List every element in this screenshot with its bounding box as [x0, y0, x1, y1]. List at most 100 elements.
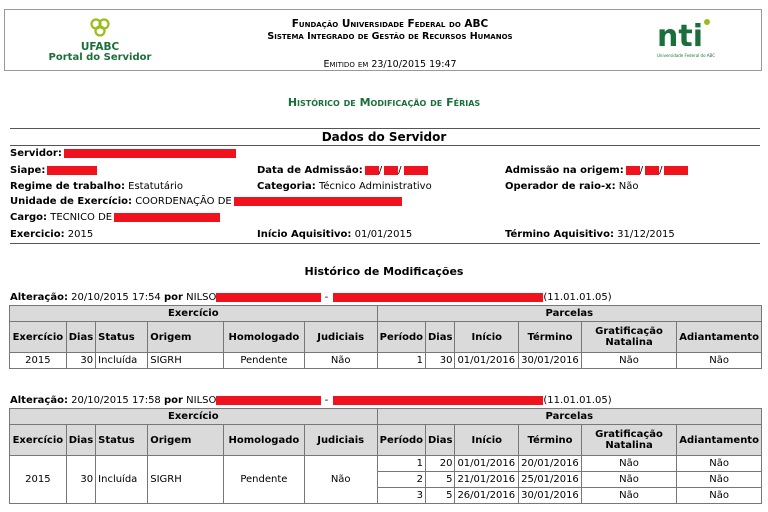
- redacted-value: [216, 395, 322, 405]
- cell-dias: 30: [65, 455, 97, 504]
- col-origem: Origem: [147, 424, 224, 456]
- cell-adiantamento: Não: [676, 455, 762, 472]
- cell-homologado: Pendente: [222, 352, 305, 369]
- cell-inicio: 26/01/2016: [454, 487, 520, 504]
- table-row: 2015 30 Incluída SIGRH Pendente Não 1 30…: [9, 352, 762, 369]
- cell-gratificacao: Não: [580, 471, 678, 488]
- col-homologado: Homologado: [222, 321, 305, 353]
- group-parcelas: Parcelas: [376, 305, 763, 322]
- col-periodo: Período: [376, 321, 427, 353]
- redacted-value: [645, 165, 660, 175]
- cell-judiciais: Não: [303, 455, 378, 504]
- redacted-value: [384, 165, 399, 175]
- ufabc-symbol-icon: [90, 18, 110, 37]
- cell-adiantamento: Não: [676, 352, 762, 369]
- regime-field: Regime de trabalho: Estatutário: [10, 181, 184, 192]
- divider: [10, 145, 760, 146]
- cell-dias: 5: [424, 487, 456, 504]
- col-origem: Origem: [147, 321, 224, 353]
- cell-gratificacao: Não: [580, 455, 678, 472]
- page-title: Histórico de Modificação de Férias: [287, 96, 481, 109]
- col-inicio: Início: [454, 424, 520, 456]
- cell-gratificacao: Não: [580, 352, 678, 369]
- cargo-field: Cargo: TECNICO DE: [10, 212, 221, 223]
- redacted-value: [63, 148, 236, 158]
- alteracao-header: Alteração: 20/10/2015 17:54 por NILSO - …: [10, 292, 612, 303]
- cell-termino: 25/01/2016: [518, 471, 582, 488]
- portal-servidor-label: Portal do Servidor: [48, 52, 152, 63]
- cell-gratificacao: Não: [580, 487, 678, 504]
- col-dias: Dias: [424, 321, 456, 353]
- divider: [10, 243, 760, 244]
- col-termino: Término: [518, 321, 582, 353]
- cell-termino: 20/01/2016: [518, 455, 582, 472]
- nti-logo: nti Universidade Federal do ABC: [646, 16, 726, 58]
- header-titles: Fundação Universidade Federal do ABC Sis…: [225, 18, 555, 70]
- cell-origem: SIGRH: [147, 352, 224, 369]
- cell-judiciais: Não: [303, 352, 378, 369]
- cell-termino: 30/01/2016: [518, 352, 582, 369]
- col-inicio: Início: [454, 321, 520, 353]
- col-exercicio: Exercício: [9, 321, 67, 353]
- group-exercicio: Exercício: [9, 408, 378, 425]
- categoria-field: Categoria: Técnico Administrativo: [257, 181, 432, 192]
- cell-periodo: 3: [376, 487, 427, 504]
- cell-periodo: 2: [376, 471, 427, 488]
- col-adiantamento: Adiantamento: [676, 424, 762, 456]
- col-status: Status: [95, 424, 149, 456]
- exercicio-field: Exercicio: 2015: [10, 229, 94, 240]
- divider: [10, 128, 760, 129]
- ufabc-logo: UFABC Portal do Servidor: [45, 18, 155, 63]
- table-column-header: Exercício Dias Status Origem Homologado …: [9, 424, 762, 456]
- group-parcelas: Parcelas: [376, 408, 763, 425]
- cell-origem: SIGRH: [147, 455, 224, 504]
- issued-timestamp: Emitido em 23/10/2015 19:47: [323, 59, 457, 70]
- redacted-value: [233, 196, 402, 206]
- table-group-header: Exercício Parcelas: [9, 305, 763, 322]
- redacted-value: [664, 165, 689, 175]
- col-exercicio: Exercício: [9, 424, 67, 456]
- cell-inicio: 01/01/2016: [454, 455, 520, 472]
- col-dias: Dias: [65, 321, 97, 353]
- institution-title: Fundação Universidade Federal do ABC: [291, 18, 489, 30]
- table-column-header: Exercício Dias Status Origem Homologado …: [9, 321, 762, 353]
- dados-section-title: Dados do Servidor: [321, 130, 447, 144]
- table-row: 2015 30 Incluída SIGRH Pendente Não 1 20…: [9, 455, 762, 504]
- cell-periodo: 1: [376, 455, 427, 472]
- siape-field: Siape:: [10, 165, 98, 176]
- cell-inicio: 01/01/2016: [454, 352, 520, 369]
- cell-status: Incluída: [95, 352, 149, 369]
- redacted-value: [333, 395, 544, 405]
- cell-homologado: Pendente: [222, 455, 305, 504]
- col-dias: Dias: [65, 424, 97, 456]
- col-homologado: Homologado: [222, 424, 305, 456]
- cell-dias: 20: [424, 455, 456, 472]
- col-gratificacao: Gratificação Natalina: [580, 424, 678, 456]
- cell-adiantamento: Não: [676, 487, 762, 504]
- cell-exercicio: 2015: [9, 455, 67, 504]
- nti-logo-icon: nti: [657, 19, 710, 54]
- alteracao-table: Exercício Parcelas Exercício Dias Status…: [9, 408, 763, 504]
- inicio-aquisitivo-field: Início Aquisitivo: 01/01/2015: [257, 229, 413, 240]
- cell-dias: 30: [424, 352, 456, 369]
- col-periodo: Período: [376, 424, 427, 456]
- admissao-origem-field: Admissão na origem: / /: [505, 165, 689, 176]
- col-status: Status: [95, 321, 149, 353]
- cell-inicio: 21/01/2016: [454, 471, 520, 488]
- nti-logo-caption: Universidade Federal do ABC: [657, 53, 715, 58]
- termino-aquisitivo-field: Término Aquisitivo: 31/12/2015: [505, 229, 675, 240]
- report-header: UFABC Portal do Servidor Fundação Univer…: [4, 9, 762, 71]
- cell-dias: 30: [65, 352, 97, 369]
- col-termino: Término: [518, 424, 582, 456]
- redacted-value: [47, 165, 98, 175]
- cell-exercicio: 2015: [9, 352, 67, 369]
- redacted-value: [333, 292, 544, 302]
- col-judiciais: Judiciais: [303, 424, 378, 456]
- data-admissao-field: Data de Admissão: / /: [257, 165, 428, 176]
- redacted-value: [403, 165, 428, 175]
- col-judiciais: Judiciais: [303, 321, 378, 353]
- alteracao-table: Exercício Parcelas Exercício Dias Status…: [9, 305, 763, 369]
- cell-termino: 30/01/2016: [518, 487, 582, 504]
- nti-logo-text: nti: [657, 19, 703, 50]
- table-group-header: Exercício Parcelas: [9, 408, 763, 425]
